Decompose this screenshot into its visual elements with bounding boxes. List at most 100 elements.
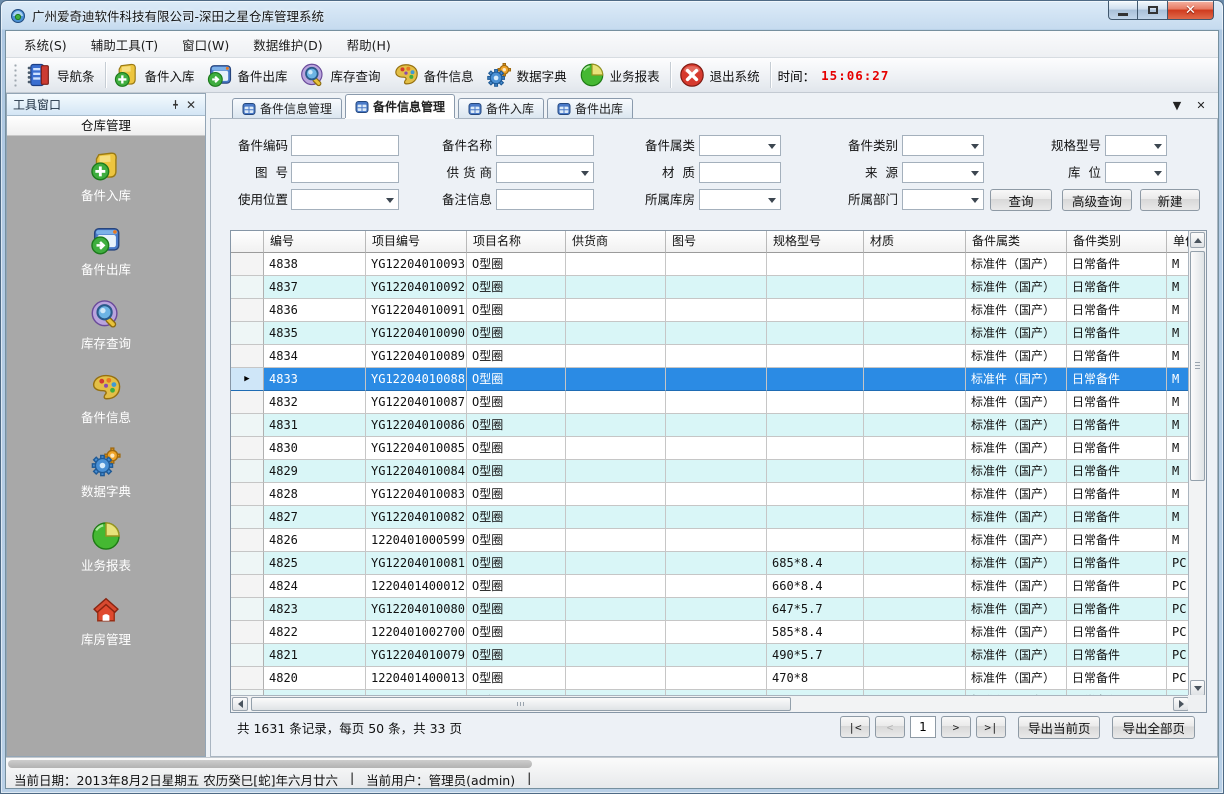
table-row[interactable]: 48201220401400013O型圈470*8标准件（国产）日常备件PC bbox=[231, 667, 1206, 690]
cell-drawing_no[interactable] bbox=[666, 299, 767, 322]
cell-category[interactable]: 标准件（国产） bbox=[966, 667, 1067, 690]
cell-project_no[interactable]: 1220401000599 bbox=[366, 529, 467, 552]
cell-id[interactable]: 4829 bbox=[264, 460, 366, 483]
table-row[interactable]: 4827YG12204010082O型圈标准件（国产）日常备件M bbox=[231, 506, 1206, 529]
minimize-button[interactable] bbox=[1108, 1, 1138, 20]
cell-class[interactable]: 日常备件 bbox=[1067, 621, 1167, 644]
cell-unit[interactable]: M bbox=[1167, 299, 1190, 322]
cell-supplier[interactable] bbox=[566, 322, 666, 345]
supplier-select[interactable] bbox=[496, 162, 594, 183]
row-selector-cell[interactable] bbox=[231, 621, 264, 644]
panel-resize-bar[interactable] bbox=[8, 760, 532, 768]
cell-id[interactable]: 4828 bbox=[264, 483, 366, 506]
tab-parts-info-mgmt-1[interactable]: 备件信息管理 bbox=[232, 98, 342, 118]
cell-category[interactable]: 标准件（国产） bbox=[966, 253, 1067, 276]
column-header-drawing_no[interactable]: 图号 bbox=[666, 231, 767, 253]
cell-id[interactable]: 4834 bbox=[264, 345, 366, 368]
cell-spec[interactable] bbox=[767, 391, 864, 414]
cell-unit[interactable]: M bbox=[1167, 483, 1190, 506]
sidebar-item-warehouse-mgmt[interactable]: 库房管理 bbox=[7, 593, 205, 648]
cell-spec[interactable] bbox=[767, 253, 864, 276]
cell-material[interactable] bbox=[864, 644, 966, 667]
cell-material[interactable] bbox=[864, 276, 966, 299]
cell-supplier[interactable] bbox=[566, 621, 666, 644]
cell-unit[interactable]: M bbox=[1167, 322, 1190, 345]
cell-material[interactable] bbox=[864, 621, 966, 644]
row-selector-cell[interactable] bbox=[231, 391, 264, 414]
sidebar-item-parts-outbound[interactable]: 备件出库 bbox=[7, 223, 205, 278]
scroll-down-button[interactable] bbox=[1190, 680, 1205, 696]
cell-spec[interactable] bbox=[767, 483, 864, 506]
cell-material[interactable] bbox=[864, 437, 966, 460]
cell-drawing_no[interactable] bbox=[666, 483, 767, 506]
cell-category[interactable]: 标准件（国产） bbox=[966, 437, 1067, 460]
cell-material[interactable] bbox=[864, 414, 966, 437]
last-page-button[interactable]: >| bbox=[976, 716, 1006, 738]
cell-drawing_no[interactable] bbox=[666, 276, 767, 299]
table-row[interactable]: 48241220401400012O型圈660*8.4标准件（国产）日常备件PC bbox=[231, 575, 1206, 598]
cell-supplier[interactable] bbox=[566, 437, 666, 460]
column-header-id[interactable]: 编号 bbox=[264, 231, 366, 253]
sidebar-item-business-report[interactable]: 业务报表 bbox=[7, 519, 205, 574]
scroll-right-button[interactable] bbox=[1173, 697, 1189, 711]
cell-material[interactable] bbox=[864, 345, 966, 368]
cell-project_name[interactable]: O型圈 bbox=[467, 345, 566, 368]
tab-close-icon[interactable]: ✕ bbox=[1194, 99, 1208, 112]
cell-drawing_no[interactable] bbox=[666, 345, 767, 368]
table-row[interactable]: 4834YG12204010089O型圈标准件（国产）日常备件M bbox=[231, 345, 1206, 368]
column-header-class[interactable]: 备件类别 bbox=[1067, 231, 1167, 253]
row-selector-header[interactable] bbox=[231, 231, 264, 253]
cell-category[interactable]: 标准件（国产） bbox=[966, 460, 1067, 483]
table-row[interactable]: 4830YG12204010085O型圈标准件（国产）日常备件M bbox=[231, 437, 1206, 460]
cell-project_name[interactable]: O型圈 bbox=[467, 598, 566, 621]
cell-drawing_no[interactable] bbox=[666, 575, 767, 598]
cell-category[interactable]: 标准件（国产） bbox=[966, 506, 1067, 529]
row-selector-cell[interactable] bbox=[231, 460, 264, 483]
cell-id[interactable]: 4820 bbox=[264, 667, 366, 690]
menu-item-tools[interactable]: 辅助工具(T) bbox=[79, 31, 170, 58]
cell-class[interactable]: 日常备件 bbox=[1067, 667, 1167, 690]
cell-unit[interactable]: PC bbox=[1167, 598, 1190, 621]
cell-class[interactable]: 日常备件 bbox=[1067, 299, 1167, 322]
cell-class[interactable]: 日常备件 bbox=[1067, 322, 1167, 345]
cell-project_no[interactable]: YG12204010092 bbox=[366, 276, 467, 299]
material-input[interactable] bbox=[699, 162, 781, 183]
cell-unit[interactable]: PC bbox=[1167, 644, 1190, 667]
prev-page-button[interactable]: < bbox=[875, 716, 905, 738]
cell-category[interactable]: 标准件（国产） bbox=[966, 483, 1067, 506]
cell-project_name[interactable]: O型圈 bbox=[467, 483, 566, 506]
cell-project_no[interactable]: 1220401400012 bbox=[366, 575, 467, 598]
cell-unit[interactable]: M bbox=[1167, 253, 1190, 276]
cell-class[interactable]: 日常备件 bbox=[1067, 437, 1167, 460]
cell-class[interactable]: 日常备件 bbox=[1067, 345, 1167, 368]
pin-icon[interactable] bbox=[167, 97, 183, 113]
cell-spec[interactable] bbox=[767, 299, 864, 322]
row-selector-cell[interactable] bbox=[231, 345, 264, 368]
cell-supplier[interactable] bbox=[566, 575, 666, 598]
cell-supplier[interactable] bbox=[566, 529, 666, 552]
cell-project_name[interactable]: O型圈 bbox=[467, 299, 566, 322]
cell-spec[interactable]: 647*5.7 bbox=[767, 598, 864, 621]
cell-material[interactable] bbox=[864, 253, 966, 276]
sidebar-item-stock-query[interactable]: 库存查询 bbox=[7, 297, 205, 352]
menu-item-help[interactable]: 帮助(H) bbox=[335, 31, 403, 58]
toolbar-button-parts-info[interactable]: 备件信息 bbox=[388, 59, 481, 91]
row-selector-cell[interactable] bbox=[231, 437, 264, 460]
cell-unit[interactable]: M bbox=[1167, 414, 1190, 437]
cell-project_name[interactable]: O型圈 bbox=[467, 506, 566, 529]
sidebar-item-parts-inbound[interactable]: 备件入库 bbox=[7, 149, 205, 204]
query-button[interactable]: 查询 bbox=[990, 189, 1052, 211]
cell-project_no[interactable]: YG12204010081 bbox=[366, 552, 467, 575]
cell-id[interactable]: 4823 bbox=[264, 598, 366, 621]
cell-id[interactable]: 4824 bbox=[264, 575, 366, 598]
sidebar-group-header[interactable]: 仓库管理 bbox=[7, 116, 205, 136]
cell-project_no[interactable]: YG12204010085 bbox=[366, 437, 467, 460]
maximize-button[interactable] bbox=[1138, 1, 1168, 20]
row-selector-cell[interactable] bbox=[231, 644, 264, 667]
row-selector-cell[interactable] bbox=[231, 575, 264, 598]
row-selector-cell[interactable] bbox=[231, 276, 264, 299]
cell-category[interactable]: 标准件（国产） bbox=[966, 575, 1067, 598]
column-header-material[interactable]: 材质 bbox=[864, 231, 966, 253]
cell-category[interactable]: 标准件（国产） bbox=[966, 529, 1067, 552]
cell-drawing_no[interactable] bbox=[666, 322, 767, 345]
